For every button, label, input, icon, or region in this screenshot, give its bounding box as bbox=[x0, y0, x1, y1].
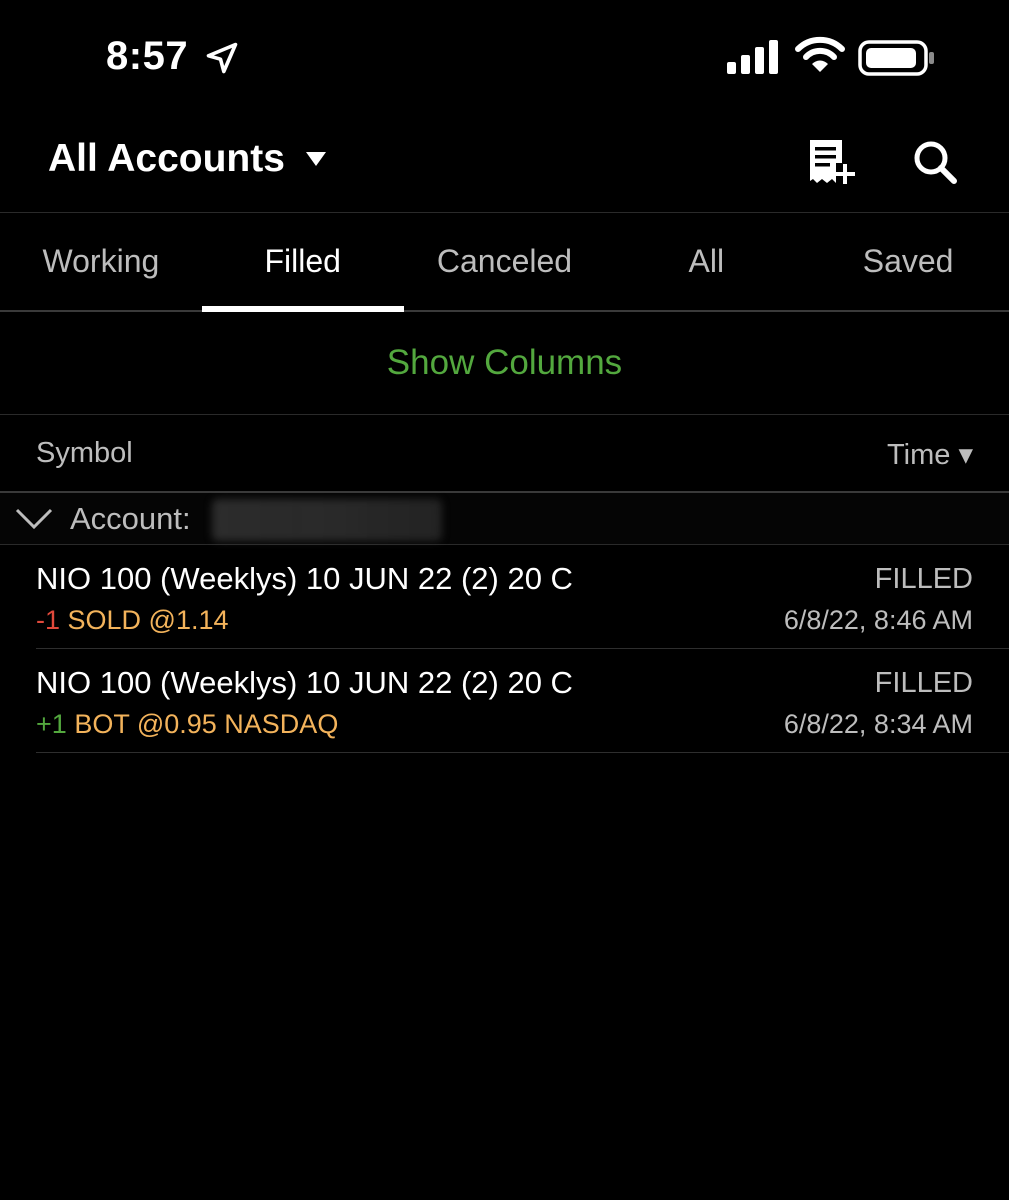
tab-filled[interactable]: Filled bbox=[201, 213, 404, 312]
order-row[interactable]: NIO 100 (Weeklys) 10 JUN 22 (2) 20 C +1 … bbox=[36, 649, 1009, 753]
order-time: 6/8/22, 8:34 AM bbox=[783, 709, 973, 739]
tab-all[interactable]: All bbox=[605, 213, 807, 310]
status-time: 8:57 bbox=[106, 34, 189, 78]
new-order-icon[interactable] bbox=[806, 137, 856, 187]
caret-down-icon bbox=[305, 152, 326, 166]
chevron-down-icon[interactable] bbox=[14, 505, 54, 533]
order-time: 6/8/22, 8:46 AM bbox=[783, 605, 973, 635]
search-icon[interactable] bbox=[912, 139, 958, 185]
wifi-icon bbox=[795, 36, 845, 72]
tab-saved[interactable]: Saved bbox=[807, 213, 1009, 310]
column-time-sort[interactable]: Time ▾ bbox=[887, 437, 973, 472]
order-detail: +1 BOT @0.95 NASDAQ bbox=[36, 709, 338, 740]
column-header: Symbol Time ▾ bbox=[0, 415, 1009, 493]
show-columns-button[interactable]: Show Columns bbox=[387, 343, 622, 383]
header: All Accounts bbox=[0, 115, 1009, 213]
tab-working[interactable]: Working bbox=[0, 213, 202, 310]
order-detail: -1 SOLD @1.14 bbox=[36, 605, 229, 636]
account-selector[interactable]: All Accounts bbox=[48, 137, 327, 181]
order-symbol: NIO 100 (Weeklys) 10 JUN 22 (2) 20 C bbox=[36, 561, 573, 596]
order-quantity: -1 bbox=[36, 605, 61, 635]
column-symbol[interactable]: Symbol bbox=[36, 437, 133, 470]
order-symbol: NIO 100 (Weeklys) 10 JUN 22 (2) 20 C bbox=[36, 665, 573, 700]
order-action: BOT @0.95 NASDAQ bbox=[74, 709, 339, 739]
status-bar: 8:57 bbox=[0, 0, 1009, 115]
signal-icon bbox=[727, 40, 778, 74]
order-action: SOLD @1.14 bbox=[67, 605, 229, 635]
account-label: Account: bbox=[70, 501, 191, 536]
show-columns-bar: Show Columns bbox=[0, 312, 1009, 415]
order-quantity: +1 bbox=[36, 709, 67, 739]
account-title: All Accounts bbox=[48, 137, 285, 180]
order-row[interactable]: NIO 100 (Weeklys) 10 JUN 22 (2) 20 C -1 … bbox=[36, 545, 1009, 649]
account-group-header[interactable]: Account: bbox=[0, 493, 1009, 545]
battery-icon bbox=[858, 40, 934, 76]
tab-canceled[interactable]: Canceled bbox=[404, 213, 606, 310]
account-id-redacted bbox=[212, 499, 442, 541]
order-tabs: Working Filled Canceled All Saved bbox=[0, 213, 1009, 312]
location-icon bbox=[206, 42, 238, 74]
order-status: FILLED bbox=[874, 563, 973, 595]
order-status: FILLED bbox=[874, 667, 973, 699]
